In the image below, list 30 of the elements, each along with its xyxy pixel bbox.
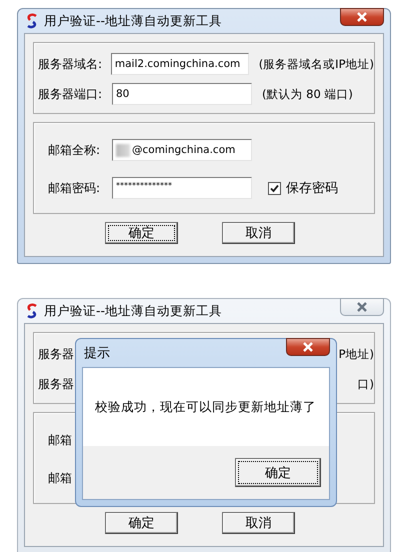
- ok-button[interactable]: 确定: [105, 222, 178, 244]
- text-field[interactable]: mail2.comingchina.com: [110, 53, 249, 75]
- field-hint: (服务器域名或IP地址): [258, 56, 374, 72]
- close-button[interactable]: [340, 8, 384, 26]
- window-title: 用户验证--地址薄自动更新工具: [44, 12, 222, 30]
- field-label: 服务器: [38, 376, 74, 392]
- field-label: 邮箱密码:: [48, 180, 102, 196]
- password-field[interactable]: **************: [112, 177, 252, 199]
- field-hint: 口): [358, 376, 374, 392]
- field-label: 服务器端口:: [38, 86, 104, 102]
- cancel-button[interactable]: 取消: [222, 222, 295, 244]
- close-button[interactable]: [286, 338, 330, 356]
- close-icon: [302, 342, 314, 352]
- text-field[interactable]: 80: [112, 83, 252, 105]
- dialog-title: 提示: [84, 345, 110, 362]
- field-label: 邮箱: [48, 432, 72, 448]
- field-label: 服务器: [38, 346, 74, 362]
- text-field[interactable]: @comingchina.com: [112, 139, 252, 161]
- dialog-message: 校验成功，现在可以同步更新地址薄了: [95, 398, 316, 416]
- checkbox[interactable]: [268, 182, 281, 194]
- ok-button[interactable]: 确定: [235, 458, 321, 487]
- close-icon: [356, 12, 368, 22]
- field-hint: (默认为 80 端口): [262, 86, 353, 102]
- close-icon: [356, 302, 368, 312]
- field-label: 服务器域名:: [38, 56, 104, 72]
- field-label: 邮箱: [48, 470, 72, 486]
- field-label: 邮箱全称:: [48, 142, 102, 158]
- window-title: 用户验证--地址薄自动更新工具: [44, 302, 222, 320]
- checkbox-label: 保存密码: [286, 180, 338, 197]
- field-hint: P地址): [338, 346, 374, 362]
